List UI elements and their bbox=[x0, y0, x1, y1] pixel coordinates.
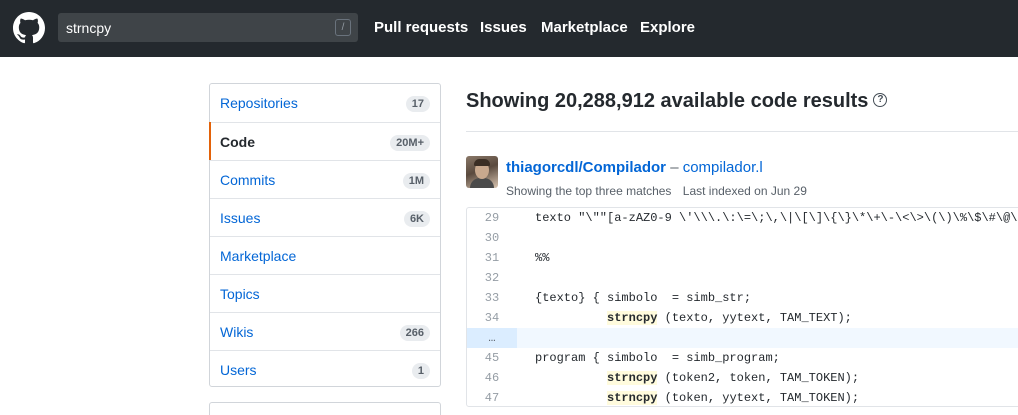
menu-item-code[interactable]: Code 20M+ bbox=[209, 122, 440, 160]
file-link[interactable]: compilador.l bbox=[683, 159, 763, 176]
nav-marketplace[interactable]: Marketplace bbox=[541, 19, 628, 36]
code-line: 32 bbox=[467, 268, 1018, 288]
code-snippet: 29 texto "\""[a-zAZ0-9 \'\\\.\:\=\;\,\|\… bbox=[466, 207, 1018, 407]
line-number[interactable]: 46 bbox=[467, 368, 517, 388]
count-badge: 1 bbox=[411, 363, 430, 379]
code-text: strncpy (texto, yytext, TAM_TEXT); bbox=[535, 308, 852, 328]
divider bbox=[466, 131, 1018, 132]
last-indexed: Last indexed on Jun 29 bbox=[682, 184, 807, 198]
menu-item-label: Marketplace bbox=[220, 248, 297, 264]
menu-item-commits[interactable]: Commits 1M bbox=[210, 160, 440, 198]
code-line: 30 bbox=[467, 228, 1018, 248]
search-match-highlight: strncpy bbox=[607, 311, 658, 325]
line-number[interactable]: 47 bbox=[467, 388, 517, 406]
code-line: 33 {texto} { simbolo = simb_str; bbox=[467, 288, 1018, 308]
top-header: strncpy / Pull requests Issues Marketpla… bbox=[0, 0, 1018, 57]
menu-item-label: Code bbox=[220, 134, 255, 150]
result-title: thiagorcdl/Compilador – compilador.l bbox=[506, 159, 763, 176]
question-icon[interactable]: ? bbox=[873, 92, 888, 107]
menu-item-topics[interactable]: Topics bbox=[210, 274, 440, 312]
count-badge: 266 bbox=[399, 325, 430, 341]
avatar[interactable] bbox=[466, 156, 498, 188]
menu-item-label: Repositories bbox=[220, 95, 298, 111]
code-text: texto "\""[a-zAZ0-9 \'\\\.\:\=\;\,\|\[\]… bbox=[535, 208, 1018, 228]
code-text-pre bbox=[535, 311, 607, 325]
ellipsis-line[interactable]: … bbox=[467, 328, 517, 348]
code-text: program { simbolo = simb_program; bbox=[535, 348, 780, 368]
code-text: strncpy (token, yytext, TAM_TOKEN); bbox=[535, 388, 860, 406]
code-text: %% bbox=[535, 248, 549, 268]
menu-item-wikis[interactable]: Wikis 266 bbox=[210, 312, 440, 350]
code-line: 46 strncpy (token2, token, TAM_TOKEN); bbox=[467, 368, 1018, 388]
matches-note: Showing the top three matches bbox=[506, 184, 672, 198]
code-text-pre bbox=[535, 371, 607, 385]
line-number[interactable]: 32 bbox=[467, 268, 517, 288]
code-line: 31 %% bbox=[467, 248, 1018, 268]
code-text-post: (token2, token, TAM_TOKEN); bbox=[657, 371, 860, 385]
menu-item-repositories[interactable]: Repositories 17 bbox=[210, 84, 440, 122]
search-match-highlight: strncpy bbox=[607, 391, 658, 405]
nav-explore[interactable]: Explore bbox=[640, 19, 695, 36]
count-badge: 17 bbox=[405, 96, 430, 112]
line-number[interactable]: 34 bbox=[467, 308, 517, 328]
results-count-text: Showing 20,288,912 available code result… bbox=[466, 90, 869, 112]
code-line: 29 texto "\""[a-zAZ0-9 \'\\\.\:\=\;\,\|\… bbox=[467, 208, 1018, 228]
menu-item-label: Topics bbox=[220, 286, 260, 302]
code-text-post: (texto, yytext, TAM_TEXT); bbox=[657, 311, 852, 325]
github-logo-icon[interactable] bbox=[13, 12, 45, 44]
menu-item-issues[interactable]: Issues 6K bbox=[210, 198, 440, 236]
search-match-highlight: strncpy bbox=[607, 371, 658, 385]
slash-shortcut-icon: / bbox=[335, 19, 351, 36]
code-gap-row: … bbox=[467, 328, 1018, 348]
search-input[interactable]: strncpy / bbox=[58, 13, 358, 42]
menu-item-label: Wikis bbox=[220, 324, 254, 340]
menu-item-marketplace[interactable]: Marketplace bbox=[210, 236, 440, 274]
count-badge: 6K bbox=[403, 211, 430, 227]
repo-link[interactable]: thiagorcdl/Compilador bbox=[506, 159, 666, 176]
line-number[interactable]: 29 bbox=[467, 208, 517, 228]
menu-item-label: Issues bbox=[220, 210, 261, 226]
line-number[interactable]: 33 bbox=[467, 288, 517, 308]
search-input-value: strncpy bbox=[66, 20, 112, 36]
search-type-menu: Repositories 17 Code 20M+ Commits 1M Iss… bbox=[209, 83, 441, 387]
avatar-shirt bbox=[470, 178, 494, 188]
menu-item-users[interactable]: Users 1 bbox=[210, 350, 440, 388]
code-text-pre: %% bbox=[535, 251, 550, 265]
code-text-pre: {texto} { simbolo = simb_str; bbox=[535, 291, 752, 305]
avatar-hair bbox=[474, 159, 490, 166]
code-text-pre: texto "\""[a-zAZ0-9 \'\\\.\:\=\;\,\|\[\]… bbox=[535, 211, 1018, 225]
line-number[interactable]: 30 bbox=[467, 228, 517, 248]
line-number[interactable]: 45 bbox=[467, 348, 517, 368]
count-badge: 1M bbox=[402, 173, 430, 189]
count-badge: 20M+ bbox=[390, 135, 430, 151]
code-text: strncpy (token2, token, TAM_TOKEN); bbox=[535, 368, 859, 388]
result-meta: Showing the top three matches Last index… bbox=[506, 184, 807, 198]
code-text: {texto} { simbolo = simb_str; bbox=[535, 288, 751, 308]
title-separator: – bbox=[670, 159, 679, 176]
code-line: 47 strncpy (token, yytext, TAM_TOKEN); bbox=[467, 388, 1018, 406]
results-heading: Showing 20,288,912 available code result… bbox=[466, 90, 888, 113]
nav-pull-requests[interactable]: Pull requests bbox=[374, 19, 468, 36]
code-text-post: (token, yytext, TAM_TOKEN); bbox=[657, 391, 860, 405]
code-line: 45 program { simbolo = simb_program; bbox=[467, 348, 1018, 368]
code-text-pre bbox=[535, 391, 607, 405]
menu-item-label: Commits bbox=[220, 172, 276, 188]
nav-issues[interactable]: Issues bbox=[480, 19, 527, 36]
line-number[interactable]: 31 bbox=[467, 248, 517, 268]
menu-item-label: Users bbox=[220, 362, 257, 378]
secondary-panel bbox=[209, 402, 441, 415]
code-line: 34 strncpy (texto, yytext, TAM_TEXT); bbox=[467, 308, 1018, 328]
code-text-pre: program { simbolo = simb_program; bbox=[535, 351, 780, 365]
